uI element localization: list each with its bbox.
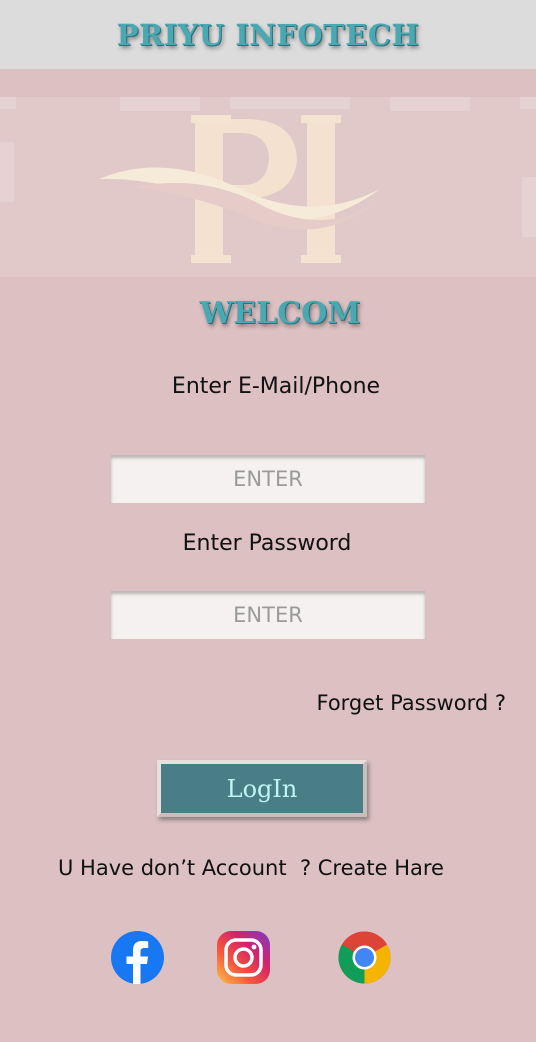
signup-prompt-text: U Have don’t Account ? bbox=[58, 856, 318, 880]
password-field[interactable] bbox=[111, 591, 425, 639]
app-header: PRIYU INFOTECH bbox=[0, 0, 536, 69]
instagram-icon[interactable] bbox=[217, 931, 270, 984]
forgot-password-link[interactable]: Forget Password ? bbox=[316, 691, 506, 715]
password-label: Enter Password bbox=[182, 531, 352, 556]
facebook-icon[interactable] bbox=[111, 931, 164, 984]
logo-banner bbox=[0, 97, 536, 277]
signup-prompt: U Have don’t Account ? Create Hare bbox=[58, 856, 444, 880]
create-account-link[interactable]: Create Hare bbox=[318, 856, 444, 880]
email-label: Enter E-Mail/Phone bbox=[171, 374, 381, 399]
brand-title: PRIYU INFOTECH bbox=[116, 17, 420, 52]
chrome-icon[interactable] bbox=[338, 931, 391, 984]
pi-logo-icon bbox=[99, 115, 380, 263]
email-field[interactable] bbox=[111, 455, 425, 503]
login-button[interactable]: LogIn bbox=[157, 760, 367, 817]
welcome-heading: WELCOM bbox=[199, 296, 361, 331]
